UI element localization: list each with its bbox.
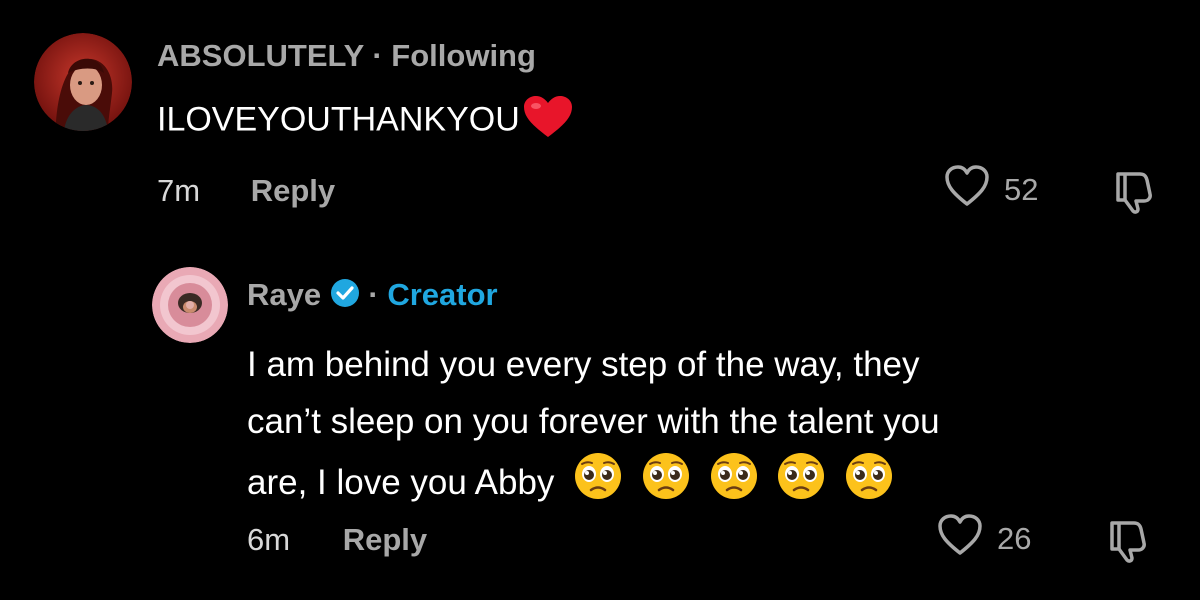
heart-outline-icon[interactable] — [944, 165, 990, 215]
like-button[interactable]: 52 — [944, 165, 1039, 215]
reply-button[interactable]: Reply — [343, 522, 427, 557]
comment-text-line: I am behind you every step of the way, t… — [247, 345, 920, 384]
comment-text-line-last: are, I love you Abby — [247, 450, 940, 519]
dislike-button[interactable] — [1106, 517, 1150, 568]
comment-actions: 7m Reply — [157, 173, 335, 209]
reply-button[interactable]: Reply — [251, 173, 335, 208]
comment-text: ILOVEYOUTHANKYOU — [157, 95, 574, 148]
dislike-button[interactable] — [1112, 168, 1156, 219]
heart-emoji — [522, 95, 574, 148]
like-button[interactable]: 26 — [937, 514, 1032, 564]
comment-header: Raye · Creator — [247, 277, 498, 316]
comment-text: I am behind you every step of the way, t… — [247, 336, 940, 519]
avatar-raye[interactable] — [152, 267, 228, 343]
thumbs-down-icon[interactable] — [1106, 521, 1150, 567]
pleading-face-emoji — [775, 450, 827, 519]
pleading-face-emoji — [572, 450, 624, 519]
timestamp: 7m — [157, 173, 201, 208]
pleading-face-emoji — [708, 450, 760, 519]
like-count: 26 — [997, 521, 1032, 556]
separator-dot: · — [372, 38, 383, 73]
following-label: Following — [391, 38, 536, 73]
comment-text-line: are, I love you Abby — [247, 462, 555, 502]
timestamp: 6m — [247, 522, 291, 557]
separator-dot: · — [368, 277, 379, 312]
comment-header: ABSOLUTELY · Following — [157, 38, 536, 74]
thumbs-down-icon[interactable] — [1112, 172, 1156, 218]
comment-text-line: can’t sleep on you forever with the tale… — [247, 402, 940, 441]
comment-actions: 6m Reply — [247, 522, 427, 558]
verified-badge-icon — [330, 278, 360, 316]
username[interactable]: Raye — [247, 277, 321, 312]
username[interactable]: ABSOLUTELY — [157, 38, 364, 73]
pleading-face-emoji — [843, 450, 895, 519]
pleading-face-emoji — [640, 450, 692, 519]
avatar-absolutely[interactable] — [34, 33, 132, 131]
heart-outline-icon[interactable] — [937, 514, 983, 564]
pleading-face-emoji-group — [572, 453, 895, 502]
comment-text-content: ILOVEYOUTHANKYOU — [157, 100, 520, 139]
like-count: 52 — [1004, 172, 1039, 207]
creator-label: Creator — [387, 277, 498, 312]
